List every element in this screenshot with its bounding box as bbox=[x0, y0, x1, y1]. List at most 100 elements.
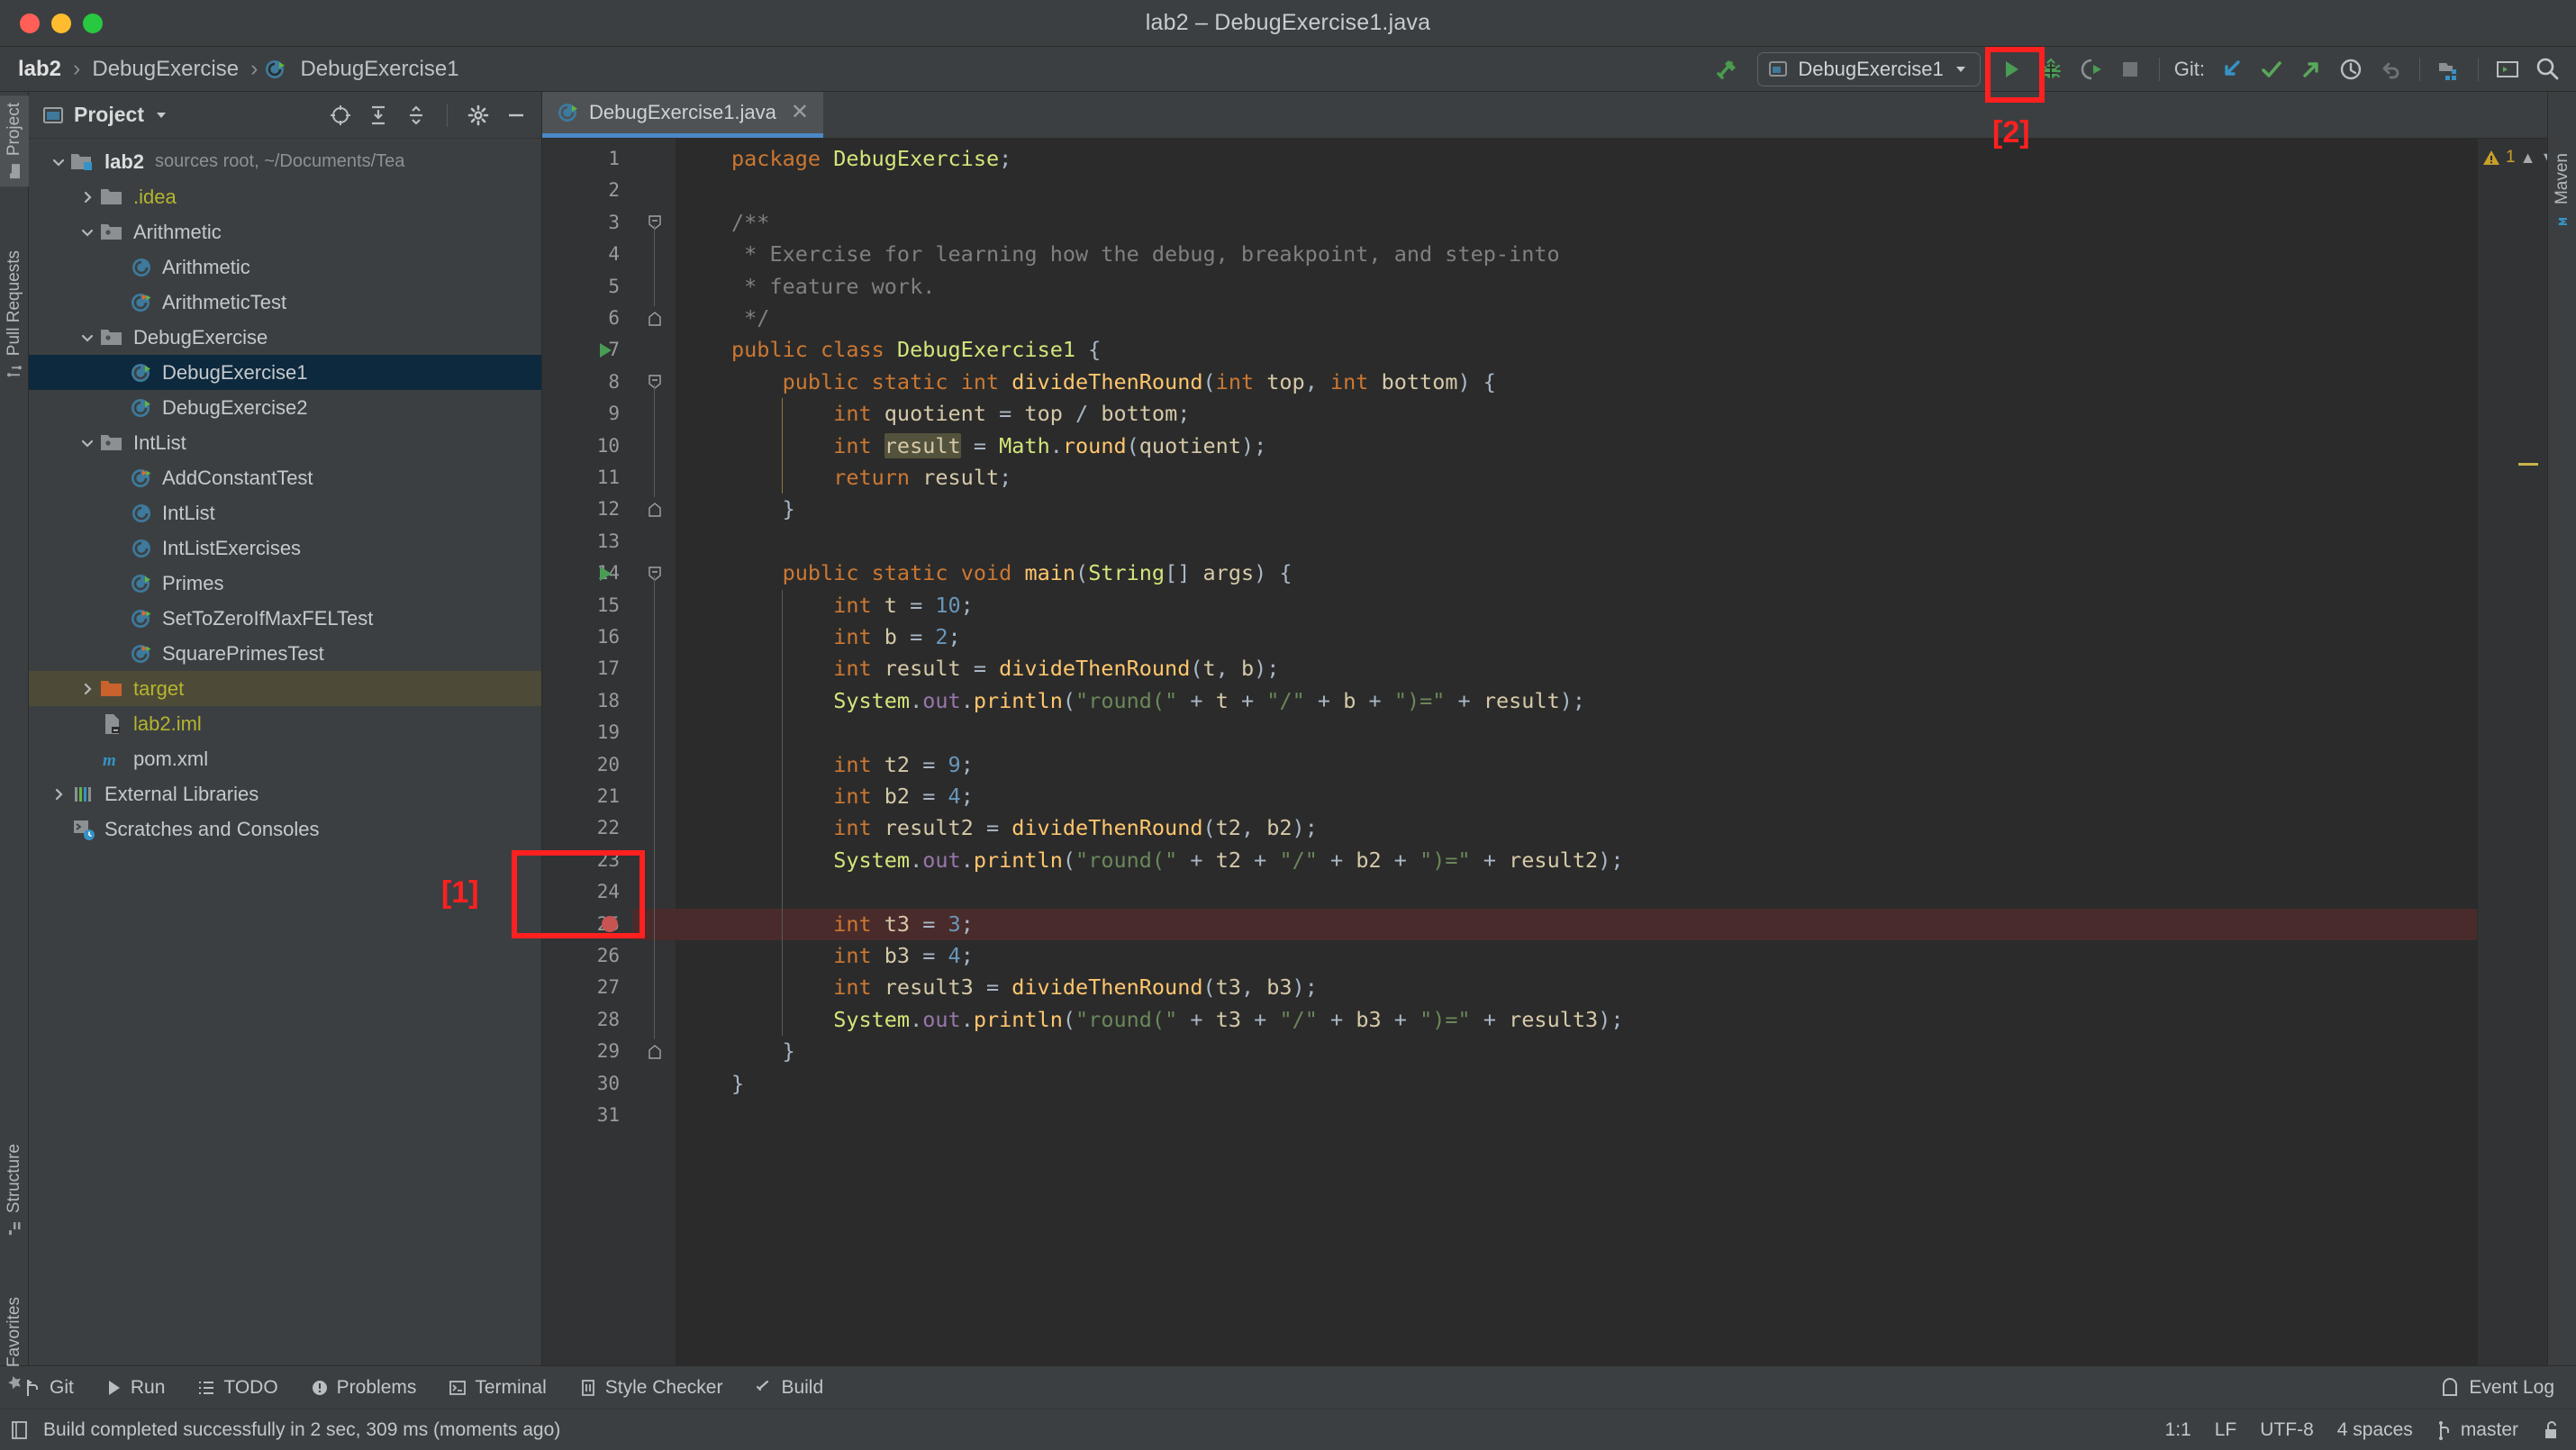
code-line[interactable]: int quotient = top / bottom; bbox=[676, 398, 2477, 430]
gutter-run-marker[interactable] bbox=[596, 557, 618, 589]
breadcrumb-item-debugexercise[interactable]: DebugExercise bbox=[86, 57, 244, 82]
close-icon[interactable]: ✕ bbox=[791, 102, 809, 123]
tree-node-intlist[interactable]: IntList bbox=[29, 425, 541, 460]
breadcrumb-item-lab2[interactable]: lab2 bbox=[13, 57, 67, 82]
code-line[interactable]: * feature work. bbox=[676, 271, 2477, 303]
run-configuration-selector[interactable]: DebugExercise1 bbox=[1757, 52, 1980, 86]
tree-node-pom-xml[interactable]: mpom.xml bbox=[29, 741, 541, 776]
hide-minus-icon[interactable] bbox=[500, 99, 532, 131]
code-line[interactable]: public static int divideThenRound(int to… bbox=[676, 367, 2477, 398]
collapse-all-icon[interactable] bbox=[400, 99, 432, 131]
git-rollback-icon[interactable] bbox=[2371, 50, 2410, 89]
code-line[interactable]: package DebugExercise; bbox=[676, 143, 2477, 175]
code-line[interactable]: System.out.println("round(" + t + "/" + … bbox=[676, 685, 2477, 717]
build-hammer-icon[interactable] bbox=[1707, 50, 1746, 89]
inspection-marker[interactable] bbox=[2518, 463, 2538, 466]
caret-position[interactable]: 1:1 bbox=[2165, 1419, 2191, 1441]
project-structure-icon[interactable] bbox=[2429, 50, 2469, 89]
code-line[interactable] bbox=[676, 1100, 2477, 1131]
tab-debugexercise1-java[interactable]: DebugExercise1.java ✕ bbox=[542, 92, 823, 138]
tree-node-target[interactable]: target bbox=[29, 671, 541, 706]
editor-gutter[interactable]: 1234567891011121314151617181920212223242… bbox=[542, 139, 632, 1365]
tree-node-scratches-and-consoles[interactable]: Scratches and Consoles bbox=[29, 811, 541, 847]
tree-node-intlist[interactable]: IntList bbox=[29, 495, 541, 530]
code-line[interactable]: * Exercise for learning how the debug, b… bbox=[676, 239, 2477, 270]
tree-node-debugexercise1[interactable]: DebugExercise1 bbox=[29, 355, 541, 390]
code-line[interactable]: return result; bbox=[676, 462, 2477, 494]
tree-node-external-libraries[interactable]: External Libraries bbox=[29, 776, 541, 811]
git-update-project-icon[interactable] bbox=[2212, 50, 2252, 89]
code-line[interactable]: } bbox=[676, 1068, 2477, 1100]
bottom-item-run[interactable]: Run bbox=[90, 1377, 182, 1399]
tree-node-squareprimestest[interactable]: SquarePrimesTest bbox=[29, 636, 541, 671]
bottom-item-style-checker[interactable]: Style Checker bbox=[563, 1377, 739, 1399]
sidebar-item-maven[interactable]: Maven bbox=[2548, 146, 2576, 233]
read-only-lock-icon[interactable] bbox=[2542, 1419, 2560, 1441]
git-branch-widget[interactable]: master bbox=[2436, 1419, 2518, 1441]
chevron-down-icon[interactable] bbox=[1953, 61, 1969, 77]
code-line[interactable]: int result3 = divideThenRound(t3, b3); bbox=[676, 972, 2477, 1003]
debug-button[interactable] bbox=[2031, 50, 2071, 89]
chevron-right-icon[interactable] bbox=[47, 786, 70, 802]
tree-node-arithmetictest[interactable]: ArithmeticTest bbox=[29, 285, 541, 320]
code-line[interactable]: */ bbox=[676, 303, 2477, 334]
chevron-down-icon[interactable] bbox=[47, 154, 70, 170]
git-push-icon[interactable] bbox=[2291, 50, 2331, 89]
bottom-item-build[interactable]: Build bbox=[739, 1377, 839, 1399]
stop-button[interactable] bbox=[2110, 50, 2150, 89]
project-tree[interactable]: lab2sources root, ~/Documents/Tea.ideaAr… bbox=[29, 139, 541, 1365]
code-line[interactable]: int result2 = divideThenRound(t2, b2); bbox=[676, 812, 2477, 844]
fold-end-icon[interactable] bbox=[647, 303, 663, 334]
tree-node--idea[interactable]: .idea bbox=[29, 179, 541, 214]
tree-node-lab2[interactable]: lab2sources root, ~/Documents/Tea bbox=[29, 144, 541, 179]
event-log-button[interactable]: Event Log bbox=[2440, 1377, 2576, 1399]
code-line[interactable]: int t3 = 3; bbox=[676, 909, 2477, 940]
tree-node-debugexercise[interactable]: DebugExercise bbox=[29, 320, 541, 355]
run-with-coverage-button[interactable] bbox=[2071, 50, 2110, 89]
inspection-summary[interactable]: 1 ▲ ▼ bbox=[2478, 139, 2547, 168]
tree-node-primes[interactable]: Primes bbox=[29, 566, 541, 601]
sidebar-item-pull-requests[interactable]: Pull Requests bbox=[0, 243, 29, 386]
code-line[interactable] bbox=[676, 717, 2477, 748]
chevron-down-icon[interactable] bbox=[153, 107, 169, 123]
code-line[interactable] bbox=[676, 175, 2477, 206]
file-encoding[interactable]: UTF-8 bbox=[2260, 1419, 2314, 1441]
code-line[interactable]: int result = divideThenRound(t, b); bbox=[676, 653, 2477, 684]
code-line[interactable]: int b3 = 4; bbox=[676, 940, 2477, 972]
run-button[interactable] bbox=[1991, 50, 2031, 89]
fold-end-icon[interactable] bbox=[647, 494, 663, 525]
git-commit-icon[interactable] bbox=[2252, 50, 2291, 89]
fold-collapse-icon[interactable] bbox=[647, 367, 663, 398]
chevron-down-icon[interactable] bbox=[76, 224, 99, 240]
bottom-item-terminal[interactable]: Terminal bbox=[432, 1377, 562, 1399]
chevron-right-icon[interactable] bbox=[76, 189, 99, 205]
tree-node-arithmetic[interactable]: Arithmetic bbox=[29, 214, 541, 249]
code-line[interactable]: } bbox=[676, 1036, 2477, 1067]
editor-fold-column[interactable] bbox=[632, 139, 676, 1365]
bottom-item-todo[interactable]: TODO bbox=[181, 1377, 294, 1399]
code-line[interactable]: int result = Math.round(quotient); bbox=[676, 430, 2477, 462]
code-line[interactable]: public static void main(String[] args) { bbox=[676, 557, 2477, 589]
indent-setting[interactable]: 4 spaces bbox=[2337, 1419, 2413, 1441]
chevron-up-icon[interactable]: ▲ bbox=[2520, 149, 2536, 168]
sidebar-item-structure[interactable]: Structure bbox=[0, 1137, 29, 1244]
sidebar-item-project[interactable]: Project bbox=[0, 95, 29, 186]
chevron-down-icon[interactable] bbox=[76, 330, 99, 346]
fold-collapse-icon[interactable] bbox=[647, 557, 663, 589]
sidebar-item-favorites[interactable]: Favorites bbox=[0, 1290, 29, 1398]
code-line[interactable]: } bbox=[676, 494, 2477, 525]
code-line[interactable]: int t = 10; bbox=[676, 590, 2477, 621]
search-icon[interactable] bbox=[2527, 50, 2567, 89]
chevron-down-icon[interactable] bbox=[76, 435, 99, 451]
settings-gear-icon[interactable] bbox=[462, 99, 494, 131]
expand-all-icon[interactable] bbox=[362, 99, 395, 131]
code-line[interactable]: System.out.println("round(" + t3 + "/" +… bbox=[676, 1004, 2477, 1036]
terminal-icon[interactable] bbox=[2488, 50, 2527, 89]
code-line[interactable]: int b = 2; bbox=[676, 621, 2477, 653]
code-line[interactable]: int t2 = 9; bbox=[676, 749, 2477, 781]
tree-node-intlistexercises[interactable]: IntListExercises bbox=[29, 530, 541, 566]
fold-collapse-icon[interactable] bbox=[647, 207, 663, 239]
code-line[interactable]: int b2 = 4; bbox=[676, 781, 2477, 812]
code-line[interactable]: public class DebugExercise1 { bbox=[676, 334, 2477, 366]
line-separator[interactable]: LF bbox=[2215, 1419, 2237, 1441]
